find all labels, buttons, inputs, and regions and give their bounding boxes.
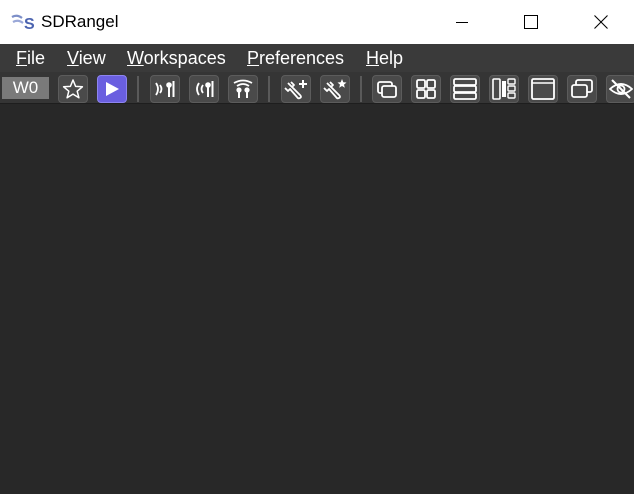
sdrangel-logo-icon: S bbox=[11, 14, 35, 32]
close-icon bbox=[594, 15, 608, 29]
stack-windows-icon bbox=[453, 78, 477, 100]
add-tx-device-button[interactable] bbox=[189, 75, 219, 103]
maximize-subwindow-button[interactable] bbox=[528, 75, 558, 103]
title-bar[interactable]: S SDRangel bbox=[0, 0, 634, 44]
app-title: SDRangel bbox=[41, 12, 119, 31]
favorite-button[interactable] bbox=[58, 75, 88, 103]
cascade-windows-icon bbox=[377, 81, 397, 98]
menu-help[interactable]: Help bbox=[366, 48, 403, 68]
close-button[interactable] bbox=[578, 0, 624, 44]
restore-window-icon bbox=[571, 79, 593, 98]
sdrangel-main-window: S SDRangel File View Workspaces Preferen… bbox=[0, 0, 634, 494]
hide-icon bbox=[609, 79, 633, 99]
workspace-toolbar: W0 bbox=[0, 72, 634, 104]
tile-windows-icon bbox=[416, 79, 436, 99]
workspace-label: W0 bbox=[2, 77, 49, 99]
feature-presets-icon bbox=[323, 79, 347, 100]
workspace-area[interactable] bbox=[0, 104, 634, 494]
play-icon bbox=[106, 82, 119, 96]
start-button[interactable] bbox=[97, 75, 127, 103]
menu-preferences[interactable]: Preferences bbox=[247, 48, 344, 68]
add-tx-device-icon bbox=[196, 81, 214, 97]
svg-text:S: S bbox=[24, 16, 35, 32]
add-feature-button[interactable] bbox=[281, 75, 311, 103]
favorite-star-icon bbox=[62, 79, 84, 99]
add-mimo-device-button[interactable] bbox=[228, 75, 258, 103]
feature-presets-button[interactable] bbox=[320, 75, 350, 103]
hide-button[interactable] bbox=[606, 75, 634, 103]
cascade-windows-button[interactable] bbox=[372, 75, 402, 103]
add-feature-icon bbox=[284, 80, 307, 100]
add-mimo-device-icon bbox=[233, 79, 253, 98]
toolbar-separator bbox=[268, 76, 270, 102]
toolbar-separator bbox=[137, 76, 139, 102]
minimize-button[interactable] bbox=[439, 0, 485, 44]
maximize-button[interactable] bbox=[508, 0, 554, 44]
add-rx-device-icon bbox=[155, 81, 175, 97]
maximize-icon bbox=[524, 15, 538, 29]
minimize-icon bbox=[456, 22, 468, 23]
restore-subwindow-button[interactable] bbox=[567, 75, 597, 103]
tile-windows-button[interactable] bbox=[411, 75, 441, 103]
add-rx-device-button[interactable] bbox=[150, 75, 180, 103]
stack-windows-button[interactable] bbox=[450, 75, 480, 103]
toolbar-separator bbox=[360, 76, 362, 102]
stack-subwindows-button[interactable] bbox=[489, 75, 519, 103]
menu-view[interactable]: View bbox=[67, 48, 106, 68]
menu-file[interactable]: File bbox=[16, 48, 45, 68]
stack-subwindows-icon bbox=[492, 78, 516, 100]
maximize-window-icon bbox=[531, 78, 555, 100]
menu-workspaces[interactable]: Workspaces bbox=[127, 48, 226, 68]
menu-bar: File View Workspaces Preferences Help bbox=[0, 44, 634, 72]
